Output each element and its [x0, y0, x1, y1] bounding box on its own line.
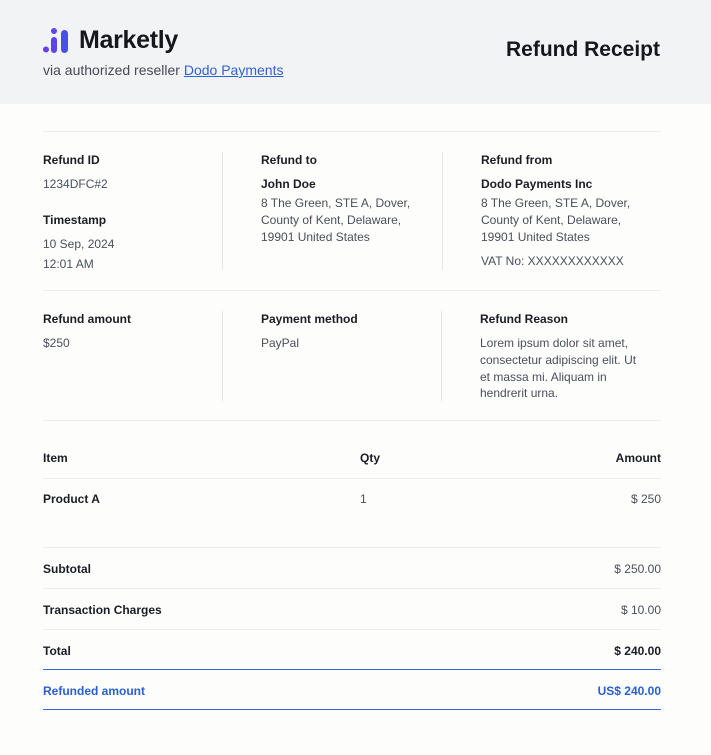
row-item: Product A: [43, 492, 100, 506]
table-header-amount: Amount: [615, 451, 661, 465]
page-title: Refund Receipt: [505, 38, 660, 61]
refund-from-address-2: County of Kent, Delaware,: [481, 213, 622, 227]
table-header-item: Item: [43, 451, 68, 465]
refund-from-name: Dodo Payments Inc: [481, 177, 593, 191]
divider: [43, 420, 661, 421]
timestamp-date: 10 Sep, 2024: [43, 237, 115, 251]
divider: [43, 131, 661, 132]
refunded-amount-value: US$ 240.00: [597, 684, 661, 698]
subtotal-value: $ 250.00: [614, 562, 661, 576]
transaction-charges-label: Transaction Charges: [43, 603, 162, 617]
refund-amount-label: Refund amount: [43, 312, 131, 326]
table-header-qty: Qty: [360, 451, 381, 465]
column-divider: [442, 152, 443, 270]
payment-method-label: Payment method: [261, 312, 358, 326]
refund-reason-line-3: et massa mi. Aliquam in: [480, 370, 607, 384]
marketly-logo-icon: [43, 28, 68, 53]
refund-from-address-1: 8 The Green, STE A, Dover,: [481, 196, 631, 210]
refund-to-name: John Doe: [261, 177, 316, 191]
row-qty: 1: [360, 492, 367, 506]
refund-reason-line-4: hendrerit urna.: [480, 386, 559, 400]
divider: [43, 588, 661, 589]
divider: [43, 547, 661, 548]
reseller-link[interactable]: Dodo Payments: [184, 62, 284, 78]
refund-id-value: 1234DFC#2: [43, 177, 108, 191]
refund-id-label: Refund ID: [43, 153, 100, 167]
refund-to-address-2: County of Kent, Delaware,: [261, 213, 402, 227]
divider: [43, 629, 661, 630]
timestamp-time: 12:01 AM: [43, 257, 94, 271]
brand-name: Marketly: [79, 26, 179, 54]
refund-reason-label: Refund Reason: [480, 312, 569, 326]
brand: Marketly: [43, 26, 178, 55]
refund-to-address-3: 19901 United States: [261, 230, 370, 244]
divider: [43, 478, 661, 479]
reseller-prefix: via authorized reseller: [43, 62, 180, 78]
timestamp-label: Timestamp: [43, 213, 107, 227]
refunded-amount-label: Refunded amount: [43, 684, 145, 698]
refunded-divider-top: [43, 669, 661, 670]
refund-to-label: Refund to: [261, 153, 317, 167]
refunded-divider-bottom: [43, 709, 661, 710]
column-divider: [441, 311, 442, 401]
payment-method-value: PayPal: [261, 336, 300, 350]
divider: [43, 290, 661, 291]
subtotal-label: Subtotal: [43, 562, 91, 576]
transaction-charges-value: $ 10.00: [620, 603, 661, 617]
receipt-page: Marketly via authorized reseller Dodo Pa…: [0, 0, 711, 755]
column-divider: [222, 152, 223, 270]
refund-to-address-1: 8 The Green, STE A, Dover,: [261, 196, 411, 210]
refund-from-address-3: 19901 United States: [481, 230, 590, 244]
refund-from-label: Refund from: [481, 153, 553, 167]
row-amount: $ 250: [630, 492, 661, 506]
total-label: Total: [43, 644, 71, 658]
total-value: $ 240.00: [614, 644, 661, 658]
receipt-header: Marketly via authorized reseller Dodo Pa…: [0, 0, 711, 104]
column-divider: [222, 311, 223, 401]
refund-amount-value: $250: [43, 336, 70, 350]
vat-number: VAT No: XXXXXXXXXXXX: [481, 254, 624, 268]
refund-reason-line-2: consectetur adipiscing elit. Ut: [480, 353, 637, 367]
refund-reason-line-1: Lorem ipsum dolor sit amet,: [480, 336, 629, 350]
reseller-line: via authorized reseller Dodo Payments: [43, 62, 283, 78]
